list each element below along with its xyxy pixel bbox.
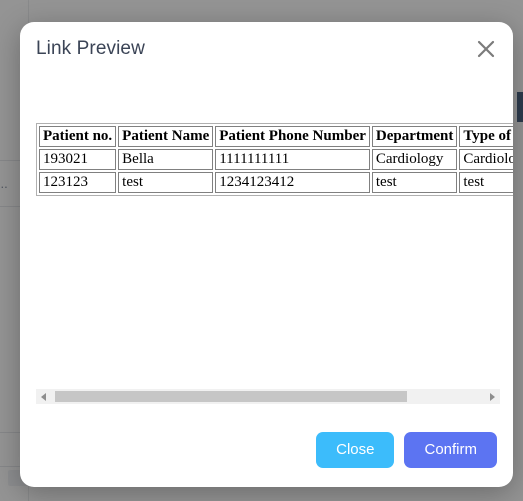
chevron-left-icon[interactable] [36,389,51,404]
column-header-patient-no: Patient no. [39,126,117,148]
cell-department: Cardiology [371,149,458,171]
patient-preview-table: Patient no. Patient Name Patient Phone N… [36,123,513,197]
cell-patient-phone-number: 1111111111 [215,149,370,171]
table-body: 193021 Bella 1111111111 Cardiology Cardi… [39,149,513,194]
dialog-body: Patient no. Patient Name Patient Phone N… [20,79,513,412]
cell-type-of-examination: test [459,172,513,194]
scrollbar-thumb[interactable] [55,391,407,402]
table-header-row: Patient no. Patient Name Patient Phone N… [39,126,513,148]
dialog-header: Link Preview [20,22,513,79]
column-header-patient-name: Patient Name [118,126,214,148]
close-icon[interactable] [472,35,500,63]
preview-table-viewport: Patient no. Patient Name Patient Phone N… [36,123,513,383]
cell-patient-phone-number: 1234123412 [215,172,370,194]
table-row: 193021 Bella 1111111111 Cardiology Cardi… [39,149,513,171]
horizontal-scrollbar[interactable] [36,389,500,404]
scrollbar-track[interactable] [51,389,485,404]
table-row: 123123 test 1234123412 test test 1/1/199… [39,172,513,194]
cell-patient-name: Bella [118,149,214,171]
table-header-row-group: Patient no. Patient Name Patient Phone N… [39,126,513,148]
confirm-button[interactable]: Confirm [404,431,497,468]
column-header-type-of-examination: Type of Examination [459,126,513,148]
chevron-right-icon[interactable] [485,389,500,404]
cell-type-of-examination: Cardiological [459,149,513,171]
cell-department: test [371,172,458,194]
cell-patient-no: 193021 [39,149,117,171]
dialog-footer: Close Confirm [20,412,513,487]
link-preview-dialog: Link Preview Patient no. Patient Name Pa… [20,22,513,487]
cell-patient-no: 123123 [39,172,117,194]
cell-patient-name: test [118,172,214,194]
column-header-patient-phone-number: Patient Phone Number [215,126,370,148]
close-button[interactable]: Close [316,431,395,468]
column-header-department: Department [371,126,458,148]
dialog-title: Link Preview [36,38,145,59]
